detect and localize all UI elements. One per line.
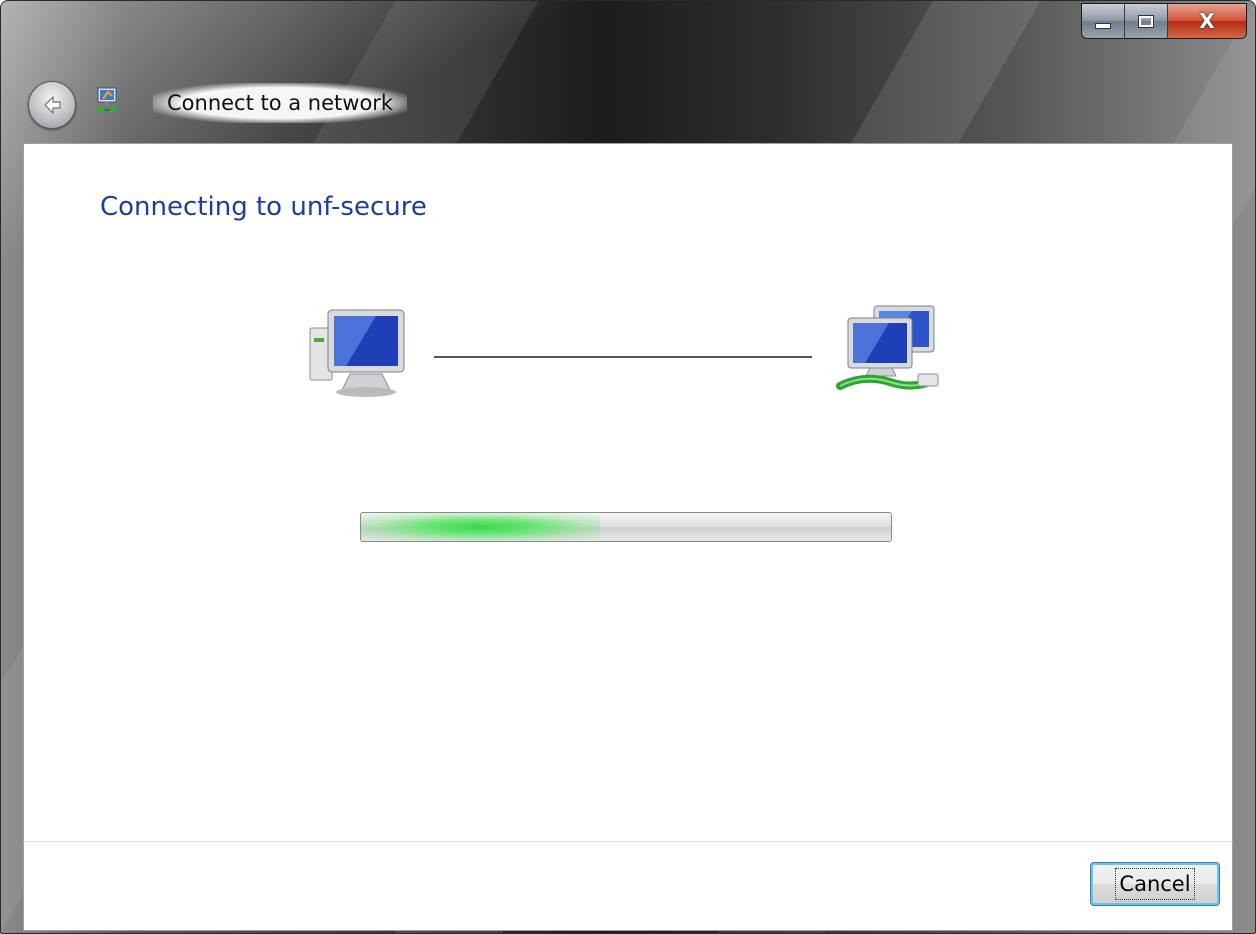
title-bar: X Connect to a network (1, 1, 1255, 143)
maximize-icon (1138, 14, 1154, 28)
connection-progress-bar (360, 512, 892, 542)
connect-to-network-window: X Connect to a network Connecting to unf… (0, 0, 1256, 934)
page-title: Connecting to unf-secure (100, 192, 427, 222)
minimize-button[interactable] (1082, 4, 1125, 38)
close-button[interactable]: X (1168, 4, 1246, 38)
window-title: Connect to a network (153, 83, 408, 123)
caption-buttons: X (1081, 3, 1247, 39)
content-area: Connecting to unf-secure (23, 143, 1233, 842)
back-button[interactable] (28, 81, 76, 129)
progress-indicator (361, 513, 600, 541)
minimize-icon (1095, 23, 1111, 29)
close-icon: X (1199, 9, 1215, 33)
cancel-button[interactable]: Cancel (1090, 862, 1220, 906)
computer-icon (309, 309, 405, 397)
network-connection-icon (97, 87, 117, 112)
back-arrow-icon (44, 96, 61, 114)
footer-bar: Cancel (23, 841, 1233, 931)
maximize-button[interactable] (1125, 4, 1168, 38)
cancel-button-label: Cancel (1115, 868, 1195, 900)
connection-line (434, 356, 812, 358)
network-computers-icon (836, 305, 939, 390)
